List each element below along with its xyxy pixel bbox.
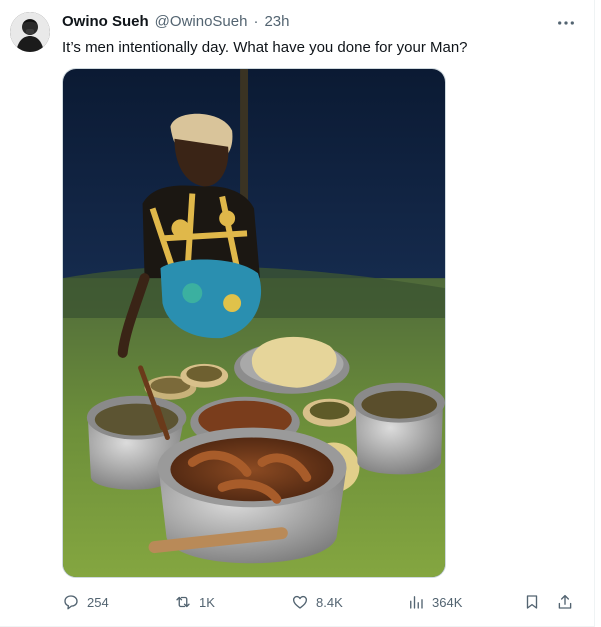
share-button[interactable]	[556, 590, 574, 614]
heart-icon	[292, 595, 308, 609]
tweet-text: It’s men intentionally day. What have yo…	[62, 39, 468, 56]
author-handle[interactable]: @OwinoSueh	[155, 13, 248, 30]
views-chart-icon	[410, 596, 423, 609]
timestamp[interactable]: 23h	[264, 13, 289, 30]
reply-icon	[64, 595, 78, 610]
reply-button[interactable]: 254	[62, 590, 109, 614]
avatar[interactable]	[10, 12, 50, 52]
author-name[interactable]: Owino Sueh	[62, 13, 149, 30]
tweet-card[interactable]: Owino Sueh @OwinoSueh · 23h It’s men int…	[0, 0, 595, 627]
like-button[interactable]: 8.4K	[291, 590, 343, 614]
share-icon	[558, 594, 572, 609]
more-dots-icon[interactable]	[554, 14, 578, 32]
views-button[interactable]: 364K	[407, 590, 462, 614]
tweet-header: Owino Sueh @OwinoSueh · 23h	[62, 13, 289, 30]
repost-icon	[176, 596, 190, 608]
tweet-photo[interactable]	[62, 68, 446, 578]
reply-count: 254	[87, 594, 109, 610]
separator-dot: ·	[253, 13, 259, 30]
bookmark-button[interactable]	[523, 590, 541, 614]
repost-count: 1K	[199, 594, 215, 610]
bookmark-icon	[526, 595, 538, 609]
like-count: 8.4K	[316, 594, 343, 610]
repost-button[interactable]: 1K	[174, 590, 215, 614]
views-count: 364K	[432, 594, 463, 610]
tweet-actions: 254 1K 8.4K 364K	[62, 590, 582, 614]
